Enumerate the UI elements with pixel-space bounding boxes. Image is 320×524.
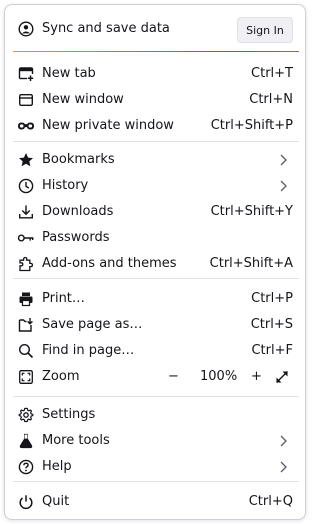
clock-icon xyxy=(17,177,35,195)
print-icon xyxy=(17,290,35,308)
app-menu-panel: Sync and save data Sign In New tab Ctrl+… xyxy=(4,4,306,520)
menu-item-label: Passwords xyxy=(42,230,110,245)
menu-item-shortcut: Ctrl+Shift+Y xyxy=(210,204,293,219)
menu-item-shortcut: Ctrl+F xyxy=(251,343,293,358)
sync-header[interactable]: Sync and save data Sign In xyxy=(5,5,305,53)
chevron-right-icon xyxy=(275,178,291,194)
menu-item-shortcut: Ctrl+Shift+A xyxy=(209,256,293,271)
menu-item-shortcut: Ctrl+Q xyxy=(248,494,293,509)
sync-label: Sync and save data xyxy=(42,21,170,36)
menu-item-addons-themes[interactable]: Add-ons and themes Ctrl+Shift+A xyxy=(5,252,305,276)
menu-item-label: Find in page… xyxy=(42,343,135,358)
menu-item-shortcut: Ctrl+Shift+P xyxy=(210,118,293,133)
sync-gradient-divider xyxy=(13,51,299,52)
menu-item-shortcut: Ctrl+T xyxy=(251,66,293,81)
menu-item-label: Settings xyxy=(42,407,96,422)
menu-item-label: New private window xyxy=(42,118,174,133)
menu-item-new-private-window[interactable]: New private window Ctrl+Shift+P xyxy=(5,114,305,138)
menu-item-shortcut: Ctrl+P xyxy=(251,291,293,306)
menu-separator xyxy=(13,278,299,279)
menu-item-label: Print… xyxy=(42,291,85,306)
chevron-right-icon xyxy=(275,152,291,168)
search-icon xyxy=(17,342,35,360)
new-window-icon xyxy=(17,91,35,109)
download-icon xyxy=(17,203,35,221)
key-icon xyxy=(17,229,35,247)
menu-item-downloads[interactable]: Downloads Ctrl+Shift+Y xyxy=(5,200,305,224)
menu-item-label: History xyxy=(42,178,89,193)
zoom-row: Zoom − 100% + xyxy=(5,365,305,389)
menu-item-passwords[interactable]: Passwords xyxy=(5,226,305,250)
private-window-icon xyxy=(17,117,35,135)
menu-item-shortcut: Ctrl+S xyxy=(250,317,293,332)
menu-separator xyxy=(13,141,299,142)
menu-item-label: More tools xyxy=(42,433,110,448)
menu-item-print[interactable]: Print… Ctrl+P xyxy=(5,287,305,311)
menu-item-save-page[interactable]: Save page as… Ctrl+S xyxy=(5,313,305,337)
menu-item-more-tools[interactable]: More tools xyxy=(5,429,305,453)
menu-item-label: New tab xyxy=(42,66,96,81)
menu-item-label: Downloads xyxy=(42,204,114,219)
menu-item-quit[interactable]: Quit Ctrl+Q xyxy=(5,490,305,514)
menu-item-history[interactable]: History xyxy=(5,174,305,198)
zoom-label: Zoom xyxy=(42,369,80,384)
menu-separator xyxy=(13,481,299,482)
menu-item-new-tab[interactable]: New tab Ctrl+T xyxy=(5,62,305,86)
menu-item-label: Quit xyxy=(42,494,70,509)
menu-item-new-window[interactable]: New window Ctrl+N xyxy=(5,88,305,112)
flask-icon xyxy=(17,432,35,450)
menu-item-label: Help xyxy=(42,459,72,474)
menu-item-label: Add-ons and themes xyxy=(42,256,177,271)
power-icon xyxy=(17,493,35,511)
menu-item-shortcut: Ctrl+N xyxy=(249,92,293,107)
menu-item-find-in-page[interactable]: Find in page… Ctrl+F xyxy=(5,339,305,363)
menu-item-settings[interactable]: Settings xyxy=(5,403,305,427)
new-tab-icon xyxy=(17,65,35,83)
chevron-right-icon xyxy=(275,433,291,449)
menu-separator xyxy=(13,396,299,397)
star-icon xyxy=(17,151,35,169)
menu-item-bookmarks[interactable]: Bookmarks xyxy=(5,148,305,172)
help-icon xyxy=(17,458,35,476)
zoom-in-button[interactable]: + xyxy=(251,368,262,386)
account-icon xyxy=(18,21,34,37)
menu-item-label: New window xyxy=(42,92,124,107)
gear-icon xyxy=(17,406,35,424)
fullscreen-icon[interactable] xyxy=(273,368,291,386)
menu-item-label: Bookmarks xyxy=(42,152,115,167)
zoom-reset-button[interactable]: 100% xyxy=(200,368,237,386)
save-icon xyxy=(17,316,35,334)
zoom-out-button[interactable]: − xyxy=(168,368,179,386)
menu-item-label: Save page as… xyxy=(42,317,143,332)
zoom-icon xyxy=(17,368,35,386)
menu-item-help[interactable]: Help xyxy=(5,455,305,479)
puzzle-icon xyxy=(17,255,35,273)
chevron-right-icon xyxy=(275,459,291,475)
sign-in-button[interactable]: Sign In xyxy=(237,17,293,43)
